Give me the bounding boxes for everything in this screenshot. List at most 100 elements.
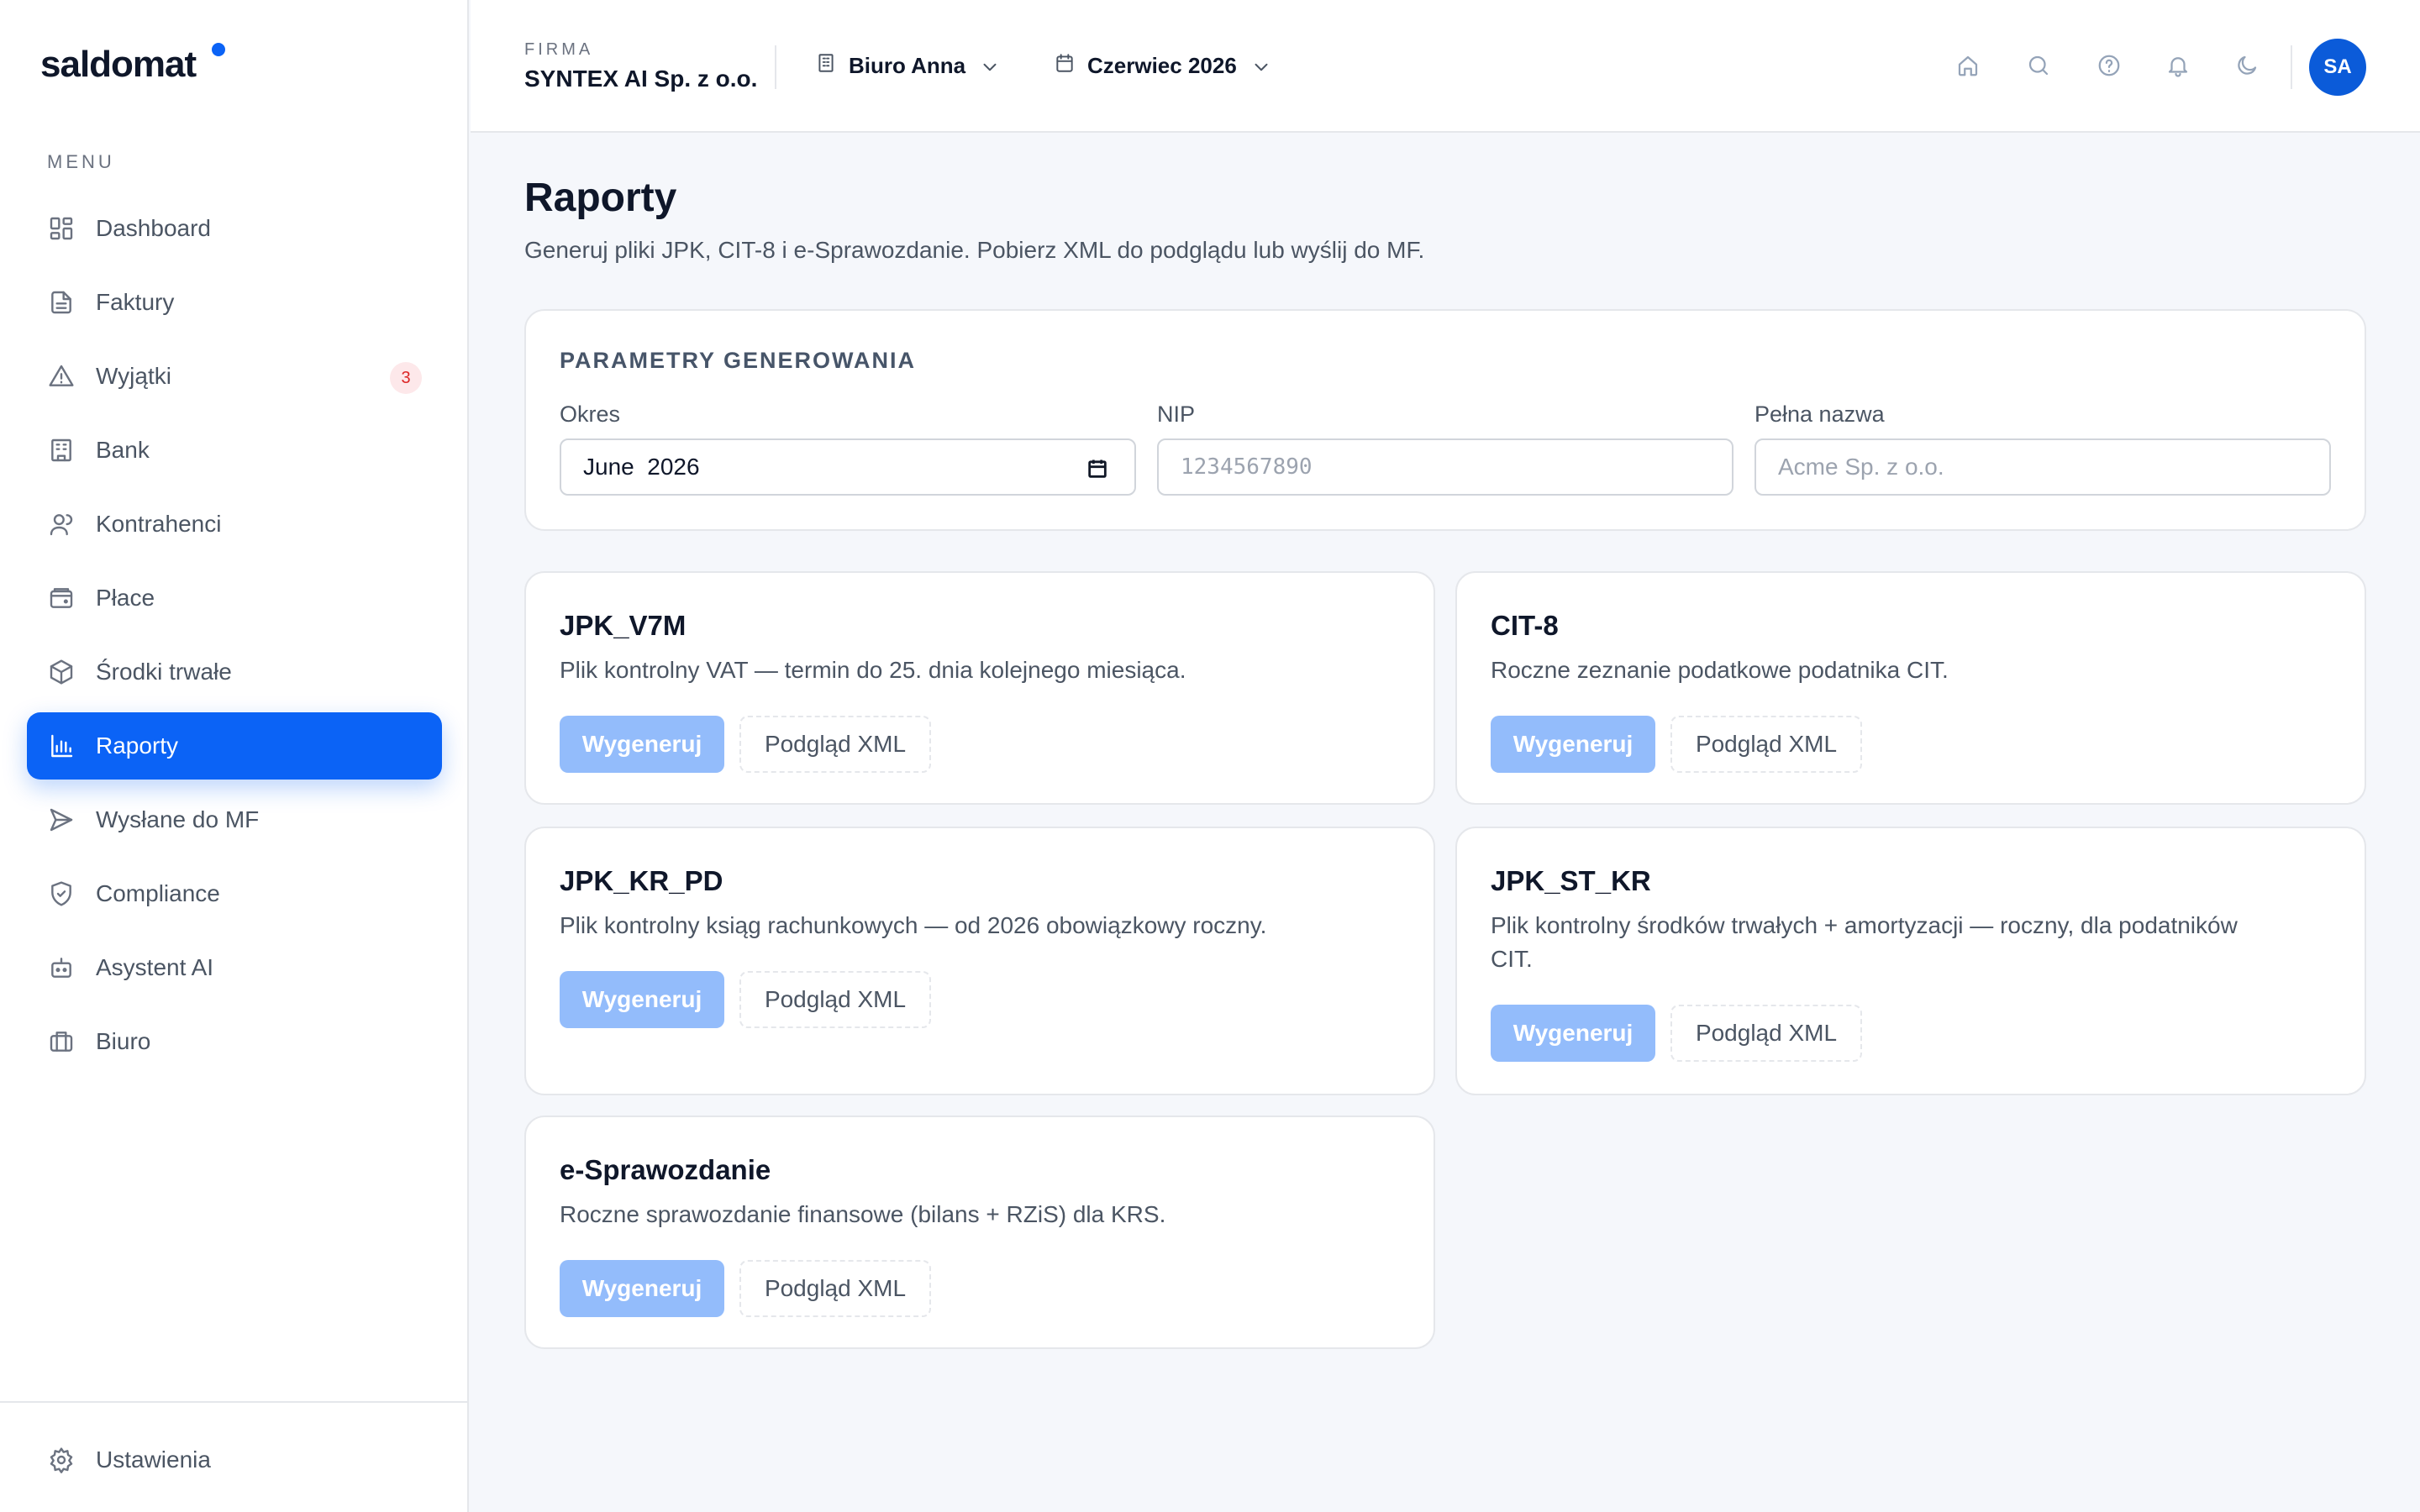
chevron-down-icon xyxy=(979,56,997,75)
period-date-input[interactable]: June 2026 xyxy=(560,438,1136,496)
preview-xml-button[interactable]: Podgląd XML xyxy=(739,971,931,1028)
generate-button[interactable]: Wygeneruj xyxy=(560,971,724,1028)
building-icon xyxy=(815,52,837,80)
sidebar-item-kontrahenci[interactable]: Kontrahenci xyxy=(27,491,442,558)
briefcase-icon xyxy=(47,1027,76,1056)
sidebar-footer: Ustawienia xyxy=(0,1401,467,1512)
params-title: PARAMETRY GENEROWANIA xyxy=(560,348,917,373)
sidebar-item-label: Ustawienia xyxy=(96,1446,211,1473)
home-icon[interactable] xyxy=(1951,49,1985,82)
wallet-icon xyxy=(47,584,76,612)
report-title: CIT-8 xyxy=(1491,610,1559,641)
preview-xml-button[interactable]: Podgląd XML xyxy=(739,716,931,773)
period-selector[interactable]: Czerwiec 2026 xyxy=(1054,49,1269,82)
report-title: JPK_V7M xyxy=(560,610,687,641)
sidebar-item-bank[interactable]: Bank xyxy=(27,417,442,484)
top-bar: FIRMA SYNTEX AI Sp. z o.o. Biuro Anna Cz… xyxy=(471,0,2420,133)
report-description: Plik kontrolny VAT — termin do 25. dnia … xyxy=(560,657,1186,683)
report-description: Plik kontrolny środków trwałych + amorty… xyxy=(1491,909,2238,976)
preview-xml-button[interactable]: Podgląd XML xyxy=(1670,716,1862,773)
moon-icon[interactable] xyxy=(2230,49,2264,82)
divider xyxy=(775,45,776,89)
report-card-jpk-v7m: JPK_V7M Plik kontrolny VAT — termin do 2… xyxy=(524,571,1435,805)
nip-placeholder: 1234567890 xyxy=(1181,454,1313,480)
report-card-jpk-kr-pd: JPK_KR_PD Plik kontrolny ksiąg rachunkow… xyxy=(524,827,1435,1095)
bell-icon[interactable] xyxy=(2161,49,2195,82)
shield-check-icon xyxy=(47,879,76,908)
full-name-input[interactable]: Acme Sp. z o.o. xyxy=(1754,438,2331,496)
bar-chart-icon xyxy=(47,732,76,760)
box-icon xyxy=(47,658,76,686)
report-description: Plik kontrolny ksiąg rachunkowych — od 2… xyxy=(560,912,1267,938)
firm-name[interactable]: SYNTEX AI Sp. z o.o. xyxy=(524,66,757,92)
users-icon xyxy=(47,510,76,538)
search-icon[interactable] xyxy=(2022,49,2055,82)
sidebar-item-faktury[interactable]: Faktury xyxy=(27,269,442,336)
params-card: PARAMETRY GENEROWANIA Okres June 2026 NI… xyxy=(524,309,2366,531)
sidebar-item-place[interactable]: Płace xyxy=(27,564,442,632)
chevron-down-icon xyxy=(1250,56,1269,75)
bank-icon xyxy=(47,436,76,465)
office-name: Biuro Anna xyxy=(849,52,966,78)
sidebar-item-label: Dashboard xyxy=(96,215,211,241)
full-name-placeholder: Acme Sp. z o.o. xyxy=(1778,454,1944,480)
sidebar-item-label: Płace xyxy=(96,585,155,611)
help-icon[interactable] xyxy=(2092,49,2126,82)
sidebar-item-dashboard[interactable]: Dashboard xyxy=(27,195,442,262)
report-description-line: CIT. xyxy=(1491,946,1533,972)
nip-label: NIP xyxy=(1157,402,1196,427)
nip-input[interactable]: 1234567890 xyxy=(1157,438,1733,496)
report-title: e-Sprawozdanie xyxy=(560,1154,771,1185)
sidebar-item-wyslane-do-mf[interactable]: Wysłane do MF xyxy=(27,786,442,853)
report-description: Roczne sprawozdanie finansowe (bilans + … xyxy=(560,1201,1166,1227)
sidebar-item-wyjatki[interactable]: Wyjątki 3 xyxy=(27,343,442,410)
sidebar-item-label: Asystent AI xyxy=(96,954,214,980)
page-title: Raporty xyxy=(524,176,677,220)
divider xyxy=(2291,45,2292,89)
sidebar-item-label: Raporty xyxy=(96,732,179,759)
logo-dot xyxy=(212,43,225,56)
sidebar-item-compliance[interactable]: Compliance xyxy=(27,860,442,927)
sidebar-nav: Dashboard Faktury Wyjątki 3 Bank Kontrah… xyxy=(27,195,442,1082)
app-logo[interactable]: saldomat xyxy=(40,44,197,86)
document-icon xyxy=(47,288,76,317)
sidebar-item-asystent-ai[interactable]: Asystent AI xyxy=(27,934,442,1001)
sidebar-item-label: Środki trwałe xyxy=(96,659,232,685)
sidebar-item-label: Wysłane do MF xyxy=(96,806,260,832)
gear-icon xyxy=(47,1446,76,1474)
generate-button[interactable]: Wygeneruj xyxy=(1491,1005,1655,1062)
report-card-cit-8: CIT-8 Roczne zeznanie podatkowe podatnik… xyxy=(1455,571,2366,805)
sidebar-item-label: Bank xyxy=(96,437,150,463)
sidebar-item-label: Faktury xyxy=(96,289,175,315)
firm-label: FIRMA xyxy=(524,40,594,59)
sidebar-item-srodki-trwale[interactable]: Środki trwałe xyxy=(27,638,442,706)
report-card-jpk-st-kr: JPK_ST_KR Plik kontrolny środków trwałyc… xyxy=(1455,827,2366,1095)
sidebar-item-label: Kontrahenci xyxy=(96,511,222,537)
generate-button[interactable]: Wygeneruj xyxy=(560,1260,724,1317)
exceptions-count-badge: 3 xyxy=(390,362,422,394)
robot-icon xyxy=(47,953,76,982)
sidebar-item-biuro[interactable]: Biuro xyxy=(27,1008,442,1075)
warning-icon xyxy=(47,362,76,391)
report-description-line: Plik kontrolny środków trwałych + amorty… xyxy=(1491,912,2238,938)
send-icon xyxy=(47,806,76,834)
sidebar-item-raporty[interactable]: Raporty xyxy=(27,712,442,780)
sidebar-item-ustawienia[interactable]: Ustawienia xyxy=(27,1426,442,1494)
period-value: June 2026 xyxy=(583,454,700,480)
menu-section-label: MENU xyxy=(47,151,115,172)
full-name-label: Pełna nazwa xyxy=(1754,402,1885,427)
sidebar-item-label: Wyjątki xyxy=(96,363,171,389)
sidebar-item-label: Compliance xyxy=(96,880,220,906)
report-title: JPK_ST_KR xyxy=(1491,865,1651,896)
preview-xml-button[interactable]: Podgląd XML xyxy=(739,1260,931,1317)
period-name: Czerwiec 2026 xyxy=(1087,52,1237,78)
page-subtitle: Generuj pliki JPK, CIT-8 i e-Sprawozdani… xyxy=(524,237,1425,263)
preview-xml-button[interactable]: Podgląd XML xyxy=(1670,1005,1862,1062)
calendar-picker-icon[interactable] xyxy=(1086,457,1109,480)
avatar[interactable]: SA xyxy=(2309,39,2366,96)
calendar-icon xyxy=(1054,52,1076,80)
sidebar: saldomat MENU Dashboard Faktury Wyjątki … xyxy=(0,0,469,1512)
generate-button[interactable]: Wygeneruj xyxy=(560,716,724,773)
generate-button[interactable]: Wygeneruj xyxy=(1491,716,1655,773)
office-selector[interactable]: Biuro Anna xyxy=(815,49,997,82)
